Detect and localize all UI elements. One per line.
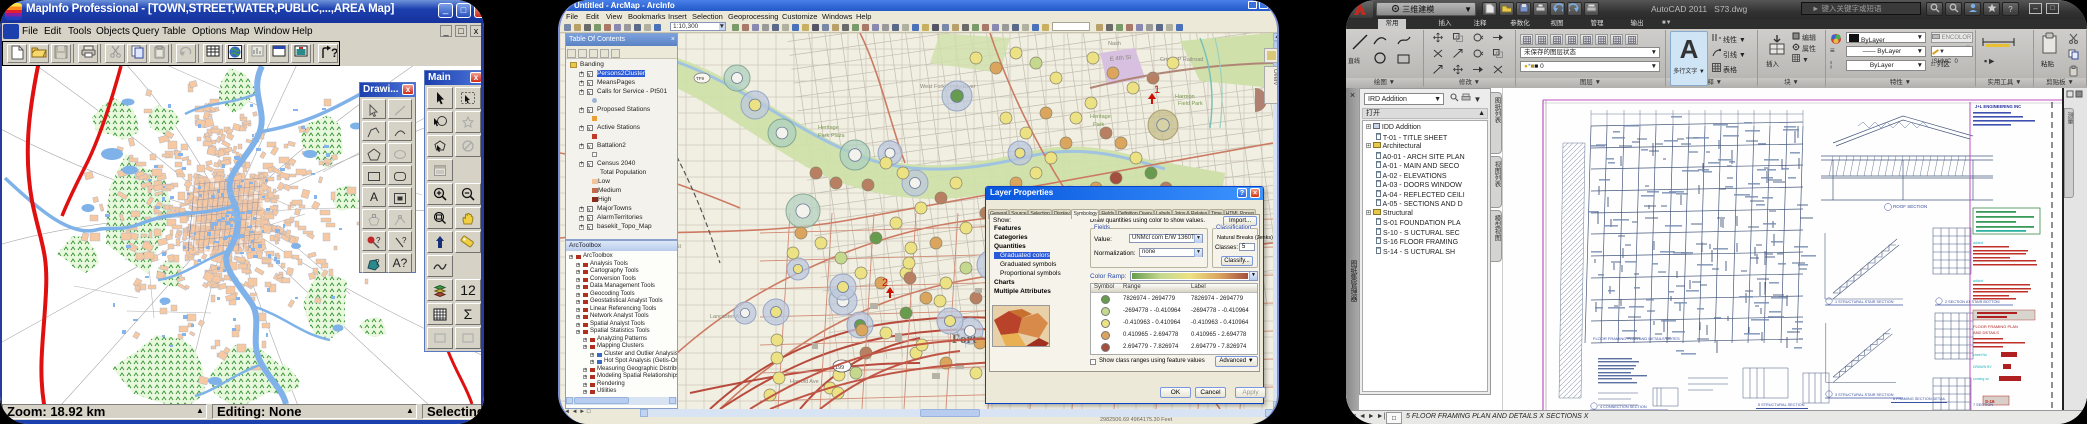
svg-text:2 SECTION AT STAIR BOTTOM: 2 SECTION AT STAIR BOTTOM [1945, 300, 2000, 304]
svg-text:DRAWN BY: DRAWN BY [1973, 365, 1992, 369]
svg-text:3 STRUCTURAL STAIR SECTION: 3 STRUCTURAL STAIR SECTION [1835, 393, 1894, 397]
svg-text:1 STRUCTURAL STAIR SECTION: 1 STRUCTURAL STAIR SECTION [1835, 300, 1894, 304]
svg-text:Heritage: Heritage [818, 125, 839, 131]
svg-text:coming on: coming on [1973, 377, 1989, 381]
svg-text:added: added [1973, 241, 1983, 245]
svg-text:Nash: Nash [1108, 41, 1121, 47]
svg-text:2: 2 [882, 277, 888, 289]
svg-text:4 CONNECTION SECTION: 4 CONNECTION SECTION [1600, 405, 1647, 409]
svg-text:5 STRUCTURAL SECTION: 5 STRUCTURAL SECTION [1758, 403, 1805, 407]
svg-text:Heritage: Heritage [1090, 114, 1111, 120]
svg-text:Park: Park [1093, 122, 1105, 128]
svg-text:Criand P Railroad: Criand P Railroad [1160, 57, 1203, 63]
svg-text:ROOF SECTION: ROOF SECTION [1893, 204, 1927, 209]
svg-text:Park Plaza: Park Plaza [818, 133, 846, 139]
svg-text:AND DETAILS: AND DETAILS [1973, 330, 1999, 335]
svg-text:sheet No: sheet No [1973, 353, 1987, 357]
svg-text:?: ? [376, 236, 381, 245]
svg-text:J+L ENGINEERING INC: J+L ENGINEERING INC [1975, 104, 2021, 109]
svg-text:?: ? [331, 46, 337, 59]
svg-text:1: 1 [1154, 84, 1160, 96]
svg-text:6 FRAMING SECTION DETAIL: 6 FRAMING SECTION DETAIL [1893, 397, 1946, 401]
svg-text:Harmon: Harmon [1175, 94, 1195, 100]
svg-text:FLOOR FRAMING PLAN AND DETAILS: FLOOR FRAMING PLAN AND DETAILS NOTES [1593, 336, 1680, 341]
svg-text:FLOOR FRAMING PLAN: FLOOR FRAMING PLAN [1973, 324, 2018, 329]
svg-text:?: ? [375, 258, 380, 267]
svg-text:?: ? [402, 236, 407, 245]
svg-text:Field Park: Field Park [1178, 101, 1203, 107]
svg-text:added: added [1973, 279, 1983, 283]
svg-text:TF9: TF9 [696, 76, 704, 81]
svg-text:7 SECTION: 7 SECTION [1973, 403, 1993, 407]
